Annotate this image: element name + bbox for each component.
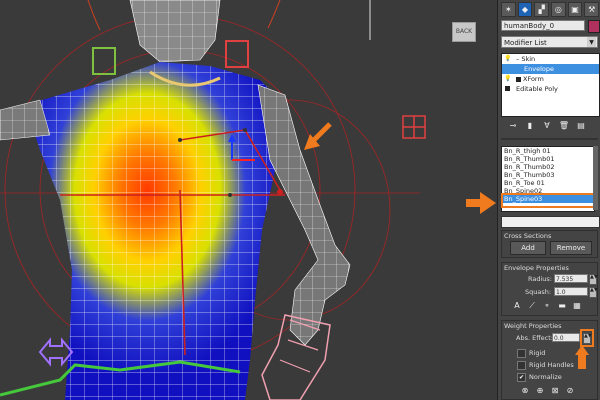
- include-verts-icon[interactable]: ⊕: [535, 386, 545, 396]
- app-window: BACK ✶ ◆ ▞ ◎ ▣ ⚒ humanBody_0 Modifier Li…: [0, 0, 600, 400]
- stack-item-envelope[interactable]: Envelope: [502, 64, 599, 74]
- weight-tools: ⊗ ⊕ ⊠ ⊘: [520, 386, 575, 396]
- relative-icon[interactable]: ⟋: [527, 301, 537, 311]
- viewport-scene: [0, 0, 426, 400]
- control-box-red: [225, 40, 249, 68]
- modify-tab-icon[interactable]: ◆: [517, 2, 533, 17]
- view-cube[interactable]: BACK: [452, 22, 476, 42]
- modifier-list-dropdown[interactable]: Modifier List ▼: [501, 36, 598, 48]
- annotation-arrow-viewport: [304, 122, 332, 150]
- stack-tools: ⊸ ▮ ∀ 🗑 ▤: [501, 120, 598, 134]
- control-box-green: [92, 47, 116, 75]
- display-tab-icon[interactable]: ▣: [567, 2, 583, 17]
- envelope-tools: A ⟋ ⚬ ▬ ▦: [512, 301, 582, 311]
- chevron-down-icon: ▼: [587, 37, 596, 47]
- add-cross-section-button[interactable]: Add: [510, 241, 546, 255]
- abs-effect-field[interactable]: 0.0: [552, 333, 580, 342]
- command-panel: ✶ ◆ ▞ ◎ ▣ ⚒ humanBody_0 Modifier List ▼ …: [497, 0, 600, 400]
- character-right-arm: [257, 84, 351, 400]
- object-name-field[interactable]: humanBody_0: [501, 20, 585, 31]
- perspective-viewport[interactable]: BACK: [0, 0, 497, 400]
- configure-modifier-sets-icon[interactable]: ▤: [575, 120, 587, 132]
- bake-weights-icon[interactable]: ⊘: [565, 386, 575, 396]
- squash-label: Squash:: [525, 288, 552, 296]
- normalize-label: Normalize: [529, 373, 562, 381]
- list-item[interactable]: Bn_R_Thumb03: [502, 171, 594, 179]
- modifier-stack: 💡 – Skin Envelope 💡 XForm Editable Poly: [501, 53, 600, 117]
- list-item[interactable]: Bn_R_thigh 01: [502, 147, 594, 155]
- rigid-handles-label: Rigid Handles: [529, 361, 574, 369]
- bone-list-scrollbar[interactable]: [593, 146, 598, 210]
- annotation-arrow-spinner: [575, 345, 589, 369]
- falloff-icon[interactable]: ▬: [557, 301, 567, 311]
- squash-spinner[interactable]: ▲▼: [589, 287, 598, 298]
- object-color-swatch[interactable]: [588, 20, 600, 33]
- control-box-red-split: [402, 115, 426, 139]
- list-item[interactable]: Bn_R_Toe 01: [502, 179, 594, 187]
- list-item[interactable]: Bn_R_Thumb02: [502, 163, 594, 171]
- pin-stack-icon[interactable]: ⊸: [507, 120, 519, 132]
- modifier-list-label: Modifier List: [504, 39, 547, 47]
- expand-icon[interactable]: [505, 86, 510, 91]
- stack-item-label: Envelope: [524, 65, 554, 73]
- envelope-visible-icon[interactable]: ⚬: [542, 301, 552, 311]
- absolute-icon[interactable]: A: [512, 301, 522, 311]
- rigid-checkbox[interactable]: [517, 349, 526, 358]
- copy-paste-icon[interactable]: ▦: [572, 301, 582, 311]
- list-item[interactable]: Bn_R_Thumb01: [502, 155, 594, 163]
- rollout-divider: [501, 138, 598, 140]
- stack-item-label: – Skin: [516, 55, 536, 63]
- normalize-checkbox[interactable]: ✔: [517, 373, 526, 382]
- stack-item-xform[interactable]: 💡 XForm: [502, 74, 599, 84]
- annotation-arrow-bone-list: [466, 192, 496, 214]
- cross-sections-title: Cross Sections: [504, 232, 552, 240]
- utilities-tab-icon[interactable]: ⚒: [584, 2, 600, 17]
- bone-name-field[interactable]: [501, 216, 600, 228]
- stack-item-skin[interactable]: 💡 – Skin: [502, 54, 599, 64]
- radius-field[interactable]: 7.535: [554, 274, 588, 283]
- create-tab-icon[interactable]: ✶: [501, 2, 516, 17]
- purple-move-arrow: [38, 337, 74, 367]
- squash-field[interactable]: 1.0: [554, 287, 588, 296]
- rigid-label: Rigid: [529, 349, 546, 357]
- select-excluded-icon[interactable]: ⊠: [550, 386, 560, 396]
- make-unique-icon[interactable]: ∀: [541, 120, 553, 132]
- stack-item-label: Editable Poly: [516, 85, 558, 93]
- hierarchy-tab-icon[interactable]: ▞: [534, 2, 550, 17]
- command-panel-tabs: ✶ ◆ ▞ ◎ ▣ ⚒: [501, 2, 600, 17]
- lightbulb-icon[interactable]: 💡: [504, 75, 511, 82]
- radius-label: Radius:: [528, 275, 552, 283]
- rigid-handles-checkbox[interactable]: [517, 361, 526, 370]
- radius-spinner[interactable]: ▲▼: [589, 274, 598, 285]
- motion-tab-icon[interactable]: ◎: [551, 2, 566, 17]
- stack-item-editable-poly[interactable]: Editable Poly: [502, 84, 599, 94]
- expand-icon[interactable]: [516, 76, 521, 82]
- show-end-result-icon[interactable]: ▮: [524, 120, 536, 132]
- lightbulb-icon[interactable]: 💡: [504, 55, 511, 62]
- stack-item-label: XForm: [523, 75, 544, 83]
- remove-modifier-icon[interactable]: 🗑: [558, 120, 570, 132]
- remove-cross-section-button[interactable]: Remove: [550, 241, 592, 255]
- bone-selection-highlight: [501, 193, 596, 208]
- exclude-verts-icon[interactable]: ⊗: [520, 386, 530, 396]
- abs-effect-label: Abs. Effect:: [516, 334, 553, 342]
- envelope-properties-title: Envelope Properties: [504, 264, 569, 272]
